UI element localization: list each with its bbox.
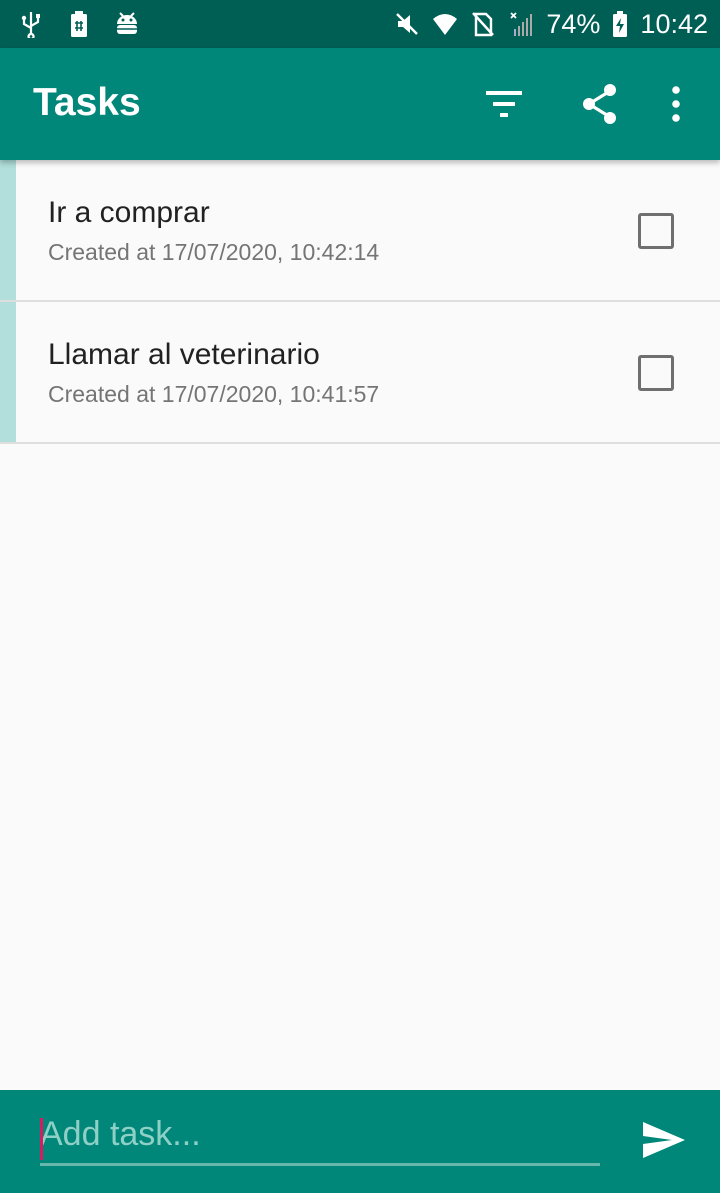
share-button[interactable]: [552, 48, 648, 160]
task-created-at: Created at 17/07/2020, 10:41:57: [48, 381, 380, 407]
battery-percent: 74%: [546, 8, 601, 39]
more-vert-icon: [672, 86, 680, 122]
task-accent-strip: [0, 302, 16, 442]
page-title: Tasks: [33, 81, 141, 124]
mute-icon: [396, 13, 419, 35]
task-title: Llamar al veterinario: [48, 338, 320, 371]
list-item[interactable]: Llamar al veterinario Created at 17/07/2…: [0, 302, 720, 444]
signal-icon: [510, 12, 533, 36]
status-bar: 74% 10:42: [0, 0, 720, 48]
android-debug-icon: [117, 12, 137, 34]
status-left-icons: [18, 10, 140, 38]
status-right-icons: 74% 10:42: [394, 8, 708, 40]
filter-button[interactable]: [456, 48, 552, 160]
app-bar: Tasks: [0, 48, 720, 160]
battery-saver-icon: [71, 11, 87, 37]
filter-icon: [486, 91, 522, 117]
share-icon: [583, 84, 616, 124]
no-sim-icon: [472, 12, 495, 37]
task-created-at: Created at 17/07/2020, 10:42:14: [48, 239, 380, 265]
task-list: Ir a comprar Created at 17/07/2020, 10:4…: [0, 160, 720, 444]
status-time: 10:42: [640, 8, 708, 39]
add-task-bar: [0, 1090, 720, 1193]
battery-charging-icon: [613, 11, 628, 37]
task-checkbox[interactable]: [638, 355, 674, 391]
send-button[interactable]: [628, 1110, 700, 1170]
wifi-icon: [433, 14, 458, 35]
usb-icon: [21, 12, 40, 38]
add-task-input[interactable]: [40, 1106, 600, 1166]
more-options-button[interactable]: [648, 48, 704, 160]
task-title: Ir a comprar: [48, 196, 210, 229]
task-checkbox[interactable]: [638, 213, 674, 249]
text-cursor: [40, 1118, 43, 1160]
list-item[interactable]: Ir a comprar Created at 17/07/2020, 10:4…: [0, 160, 720, 302]
app-bar-actions: [456, 48, 720, 160]
task-accent-strip: [0, 160, 16, 300]
send-icon: [643, 1122, 685, 1158]
